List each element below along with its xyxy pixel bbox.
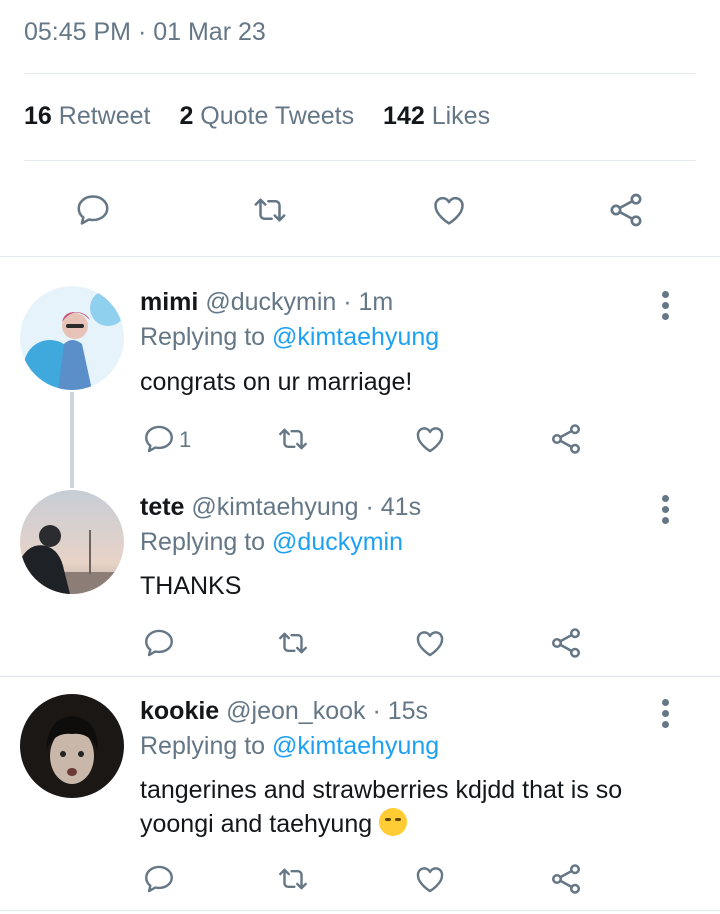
avatar[interactable] — [20, 490, 124, 594]
share-icon[interactable] — [548, 421, 584, 457]
reply-text: tangerines and strawberries kdjdd that i… — [140, 776, 623, 838]
thread-line — [70, 392, 74, 488]
handle-and-time: @kimtaehyung · 41s — [191, 493, 422, 521]
tweet-timestamp: 05:45 PM · 01 Mar 23 — [24, 18, 266, 46]
reply-icon[interactable] — [142, 422, 176, 456]
retweet-icon[interactable] — [250, 191, 290, 229]
replying-to: Replying to @kimtaehyung — [140, 323, 440, 351]
like-icon[interactable] — [429, 191, 469, 229]
avatar[interactable] — [20, 694, 124, 798]
retweet-icon[interactable] — [275, 626, 311, 660]
divider — [0, 256, 720, 257]
tweet-stats: 16 Retweet 2 Quote Tweets 142 Likes — [24, 102, 490, 131]
share-icon[interactable] — [548, 625, 584, 661]
replying-to: Replying to @kimtaehyung — [140, 732, 440, 760]
like-icon[interactable] — [412, 626, 448, 660]
reply-text: congrats on ur marriage! — [140, 368, 413, 396]
divider — [0, 676, 720, 677]
quotes-stat[interactable]: 2 Quote Tweets — [179, 102, 354, 130]
reply-count: 1 — [179, 427, 192, 452]
reply-header: tete @kimtaehyung · 41s — [140, 493, 421, 522]
more-options-icon[interactable] — [656, 289, 676, 323]
divider — [24, 73, 696, 74]
display-name[interactable]: mimi — [140, 288, 198, 316]
avatar[interactable] — [20, 286, 124, 390]
replying-to: Replying to @duckymin — [140, 528, 404, 556]
retweet-icon[interactable] — [275, 862, 311, 896]
more-options-icon[interactable] — [656, 493, 676, 527]
share-icon[interactable] — [548, 861, 584, 897]
reply-text: THANKS — [140, 572, 242, 600]
replying-to-handle[interactable]: @kimtaehyung — [272, 323, 439, 351]
reply-icon[interactable] — [74, 191, 112, 229]
display-name[interactable]: kookie — [140, 697, 219, 725]
reply-icon[interactable] — [142, 862, 176, 896]
crying-face-icon — [379, 808, 408, 836]
reply-icon[interactable] — [142, 626, 176, 660]
like-icon[interactable] — [412, 422, 448, 456]
retweet-icon[interactable] — [275, 422, 311, 456]
divider — [0, 910, 720, 911]
retweets-stat[interactable]: 16 Retweet — [24, 102, 150, 130]
replying-to-handle[interactable]: @kimtaehyung — [272, 732, 439, 760]
like-icon[interactable] — [412, 862, 448, 896]
display-name[interactable]: tete — [140, 493, 184, 521]
handle-and-time: @duckymin · 1m — [205, 288, 394, 316]
divider — [24, 160, 696, 161]
more-options-icon[interactable] — [656, 697, 676, 731]
reply-header: kookie @jeon_kook · 15s — [140, 697, 428, 726]
replying-to-handle[interactable]: @duckymin — [272, 528, 403, 556]
reply-header: mimi @duckymin · 1m — [140, 288, 393, 317]
likes-stat[interactable]: 142 Likes — [383, 102, 490, 130]
handle-and-time: @jeon_kook · 15s — [226, 697, 429, 725]
share-icon[interactable] — [606, 190, 646, 230]
